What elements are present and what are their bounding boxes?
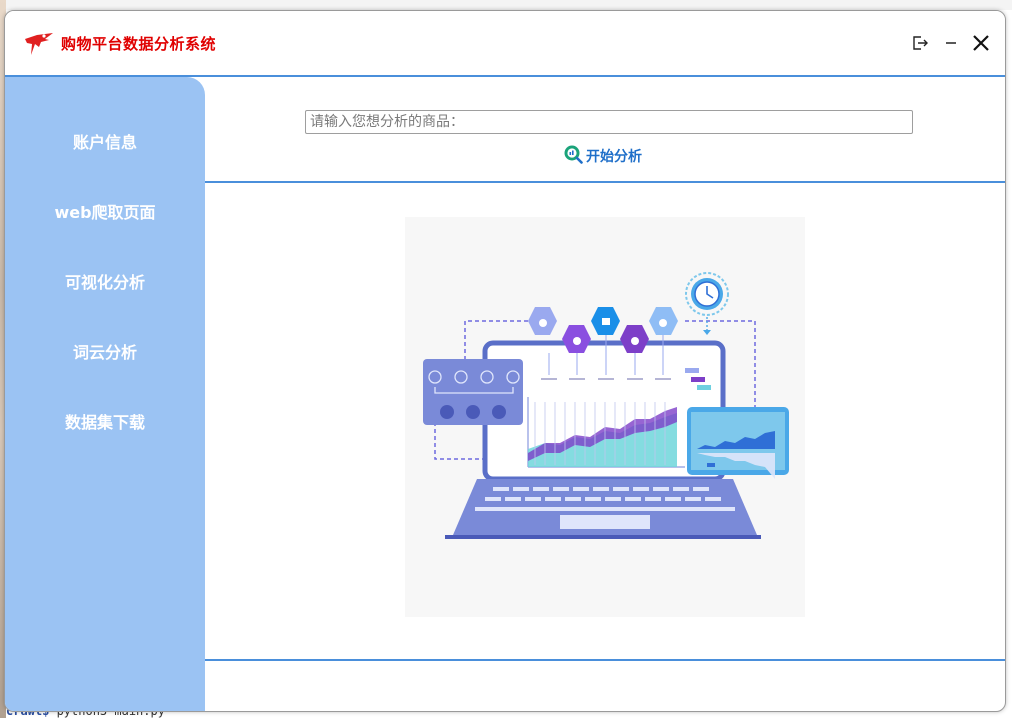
minimize-icon[interactable] — [939, 31, 963, 55]
search-analytics-icon — [563, 144, 583, 168]
sidebar-item-web-crawl[interactable]: web爬取页面 — [5, 193, 205, 233]
sidebar-item-dataset-download[interactable]: 数据集下载 — [5, 403, 205, 443]
sidebar-item-wordcloud[interactable]: 词云分析 — [5, 333, 205, 373]
app-logo-icon — [23, 31, 55, 57]
sidebar-item-account-info[interactable]: 账户信息 — [5, 123, 205, 163]
content-divider-top — [205, 181, 1005, 183]
laptop-data-analysis-illustration — [405, 217, 805, 617]
close-icon[interactable] — [969, 31, 993, 55]
search-input[interactable] — [305, 110, 913, 134]
content-divider-bottom — [205, 659, 1005, 661]
sidebar: 账户信息 web爬取页面 可视化分析 词云分析 数据集下载 — [5, 77, 205, 711]
app-title: 购物平台数据分析系统 — [61, 35, 217, 53]
main-window: 购物平台数据分析系统 账户信息 web爬取页面 可视化分析 词云分析 数据集下载 — [4, 10, 1006, 712]
desktop-background — [0, 0, 1012, 10]
logout-icon[interactable] — [908, 31, 932, 55]
title-bar: 购物平台数据分析系统 — [5, 11, 1005, 75]
start-analysis-label: 开始分析 — [586, 149, 642, 165]
start-analysis-button[interactable]: 开始分析 — [563, 145, 642, 167]
sidebar-item-visualization[interactable]: 可视化分析 — [5, 263, 205, 303]
